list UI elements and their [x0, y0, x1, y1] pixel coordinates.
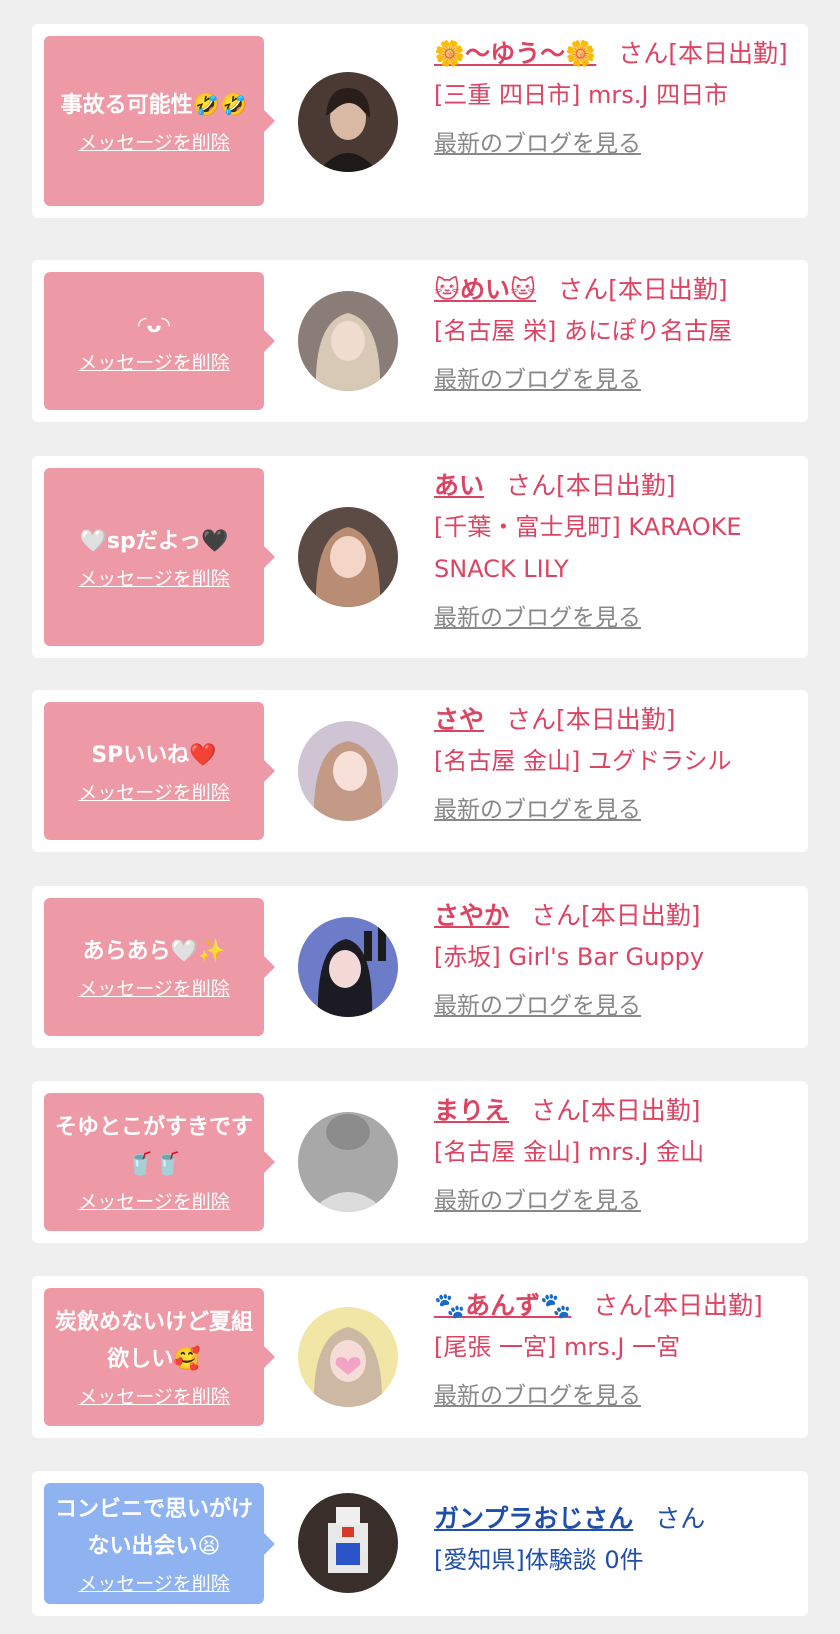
blog-link[interactable]: 最新のブログを見る: [434, 364, 804, 396]
name-suffix: さん[本日出勤]: [506, 705, 676, 734]
message-card: あらあら🤍✨ メッセージを削除 さやか さん[本日出勤] [赤坂] Girl's …: [32, 886, 808, 1048]
delete-message-link[interactable]: メッセージを削除: [78, 350, 230, 376]
message-card: ◜ᴗ◝ メッセージを削除 🐱めい🐱 さん[本日出勤] [名古屋 栄] あにぽり名古…: [32, 260, 808, 422]
girl-name-link[interactable]: あい: [434, 471, 484, 500]
message-card: 事故る可能性🤣🤣 メッセージを削除 🌼〜ゆう〜🌼 さん[本日出勤] [三重 四日市…: [32, 24, 808, 218]
girl-name-link[interactable]: さや: [434, 705, 484, 734]
delete-message-link[interactable]: メッセージを削除: [78, 1571, 230, 1597]
delete-message-link[interactable]: メッセージを削除: [78, 130, 230, 156]
name-suffix: さん[本日出勤]: [558, 275, 728, 304]
message-text: あらあら🤍✨: [82, 938, 226, 964]
girl-name-link[interactable]: 🐱めい🐱: [434, 275, 536, 304]
girl-name-link[interactable]: 🌼〜ゆう〜🌼: [434, 39, 596, 68]
message-list: 事故る可能性🤣🤣 メッセージを削除 🌼〜ゆう〜🌼 さん[本日出勤] [三重 四日市…: [0, 0, 840, 1634]
message-bubble: そゆとこがすきです🥤🥤 メッセージを削除: [44, 1093, 275, 1231]
message-text: そゆとこがすきです🥤🥤: [54, 1115, 253, 1177]
girl-name-link[interactable]: さやか: [434, 901, 509, 930]
avatar[interactable]: [298, 291, 398, 391]
profile-info: ガンプラおじさん さん [愛知県]体験談 0件: [434, 1499, 804, 1581]
profile-info: 🌼〜ゆう〜🌼 さん[本日出勤] [三重 四日市] mrs.J 四日市 最新のブログ…: [434, 34, 804, 160]
blog-link[interactable]: 最新のブログを見る: [434, 990, 804, 1022]
message-bubble: コンビニで思いがけない出会い😫 メッセージを削除: [44, 1483, 275, 1604]
message-card: そゆとこがすきです🥤🥤 メッセージを削除 まりえ さん[本日出勤] [名古屋 金山…: [32, 1081, 808, 1243]
blog-link[interactable]: 最新のブログを見る: [434, 1185, 804, 1217]
message-bubble: ◜ᴗ◝ メッセージを削除: [44, 272, 275, 410]
name-suffix: さん[本日出勤]: [506, 471, 676, 500]
message-bubble: 🤍spだよっ🖤 メッセージを削除: [44, 468, 275, 646]
user-name-link[interactable]: ガンプラおじさん: [434, 1504, 633, 1533]
delete-message-link[interactable]: メッセージを削除: [78, 1189, 230, 1215]
avatar[interactable]: [298, 1493, 398, 1593]
profile-info: 🐱めい🐱 さん[本日出勤] [名古屋 栄] あにぽり名古屋 最新のブログを見る: [434, 270, 804, 396]
message-card: 🤍spだよっ🖤 メッセージを削除 あい さん[本日出勤] [千葉・富士見町] KA…: [32, 456, 808, 658]
avatar[interactable]: [298, 1307, 398, 1407]
shop-text: [赤坂] Girl's Bar Guppy: [434, 943, 705, 971]
message-card: 炭飲めないけど夏組欲しい🥰 メッセージを削除 🐾あんず🐾 さん[本日出勤] [尾張…: [32, 1276, 808, 1438]
profile-info: まりえ さん[本日出勤] [名古屋 金山] mrs.J 金山 最新のブログを見る: [434, 1091, 804, 1217]
name-suffix: さん[本日出勤]: [618, 39, 788, 68]
message-text: SPいいね❤️: [91, 742, 217, 768]
delete-message-link[interactable]: メッセージを削除: [78, 566, 230, 592]
delete-message-link[interactable]: メッセージを削除: [78, 1384, 230, 1410]
review-count-text: [愛知県]体験談 0件: [434, 1546, 644, 1574]
avatar[interactable]: [298, 72, 398, 172]
message-text: ◜ᴗ◝: [137, 312, 171, 338]
girl-name-link[interactable]: 🐾あんず🐾: [434, 1291, 571, 1320]
message-bubble: あらあら🤍✨ メッセージを削除: [44, 898, 275, 1036]
message-card: SPいいね❤️ メッセージを削除 さや さん[本日出勤] [名古屋 金山] ユグド…: [32, 690, 808, 852]
avatar[interactable]: [298, 1112, 398, 1212]
name-suffix: さん: [655, 1504, 706, 1533]
delete-message-link[interactable]: メッセージを削除: [78, 976, 230, 1002]
delete-message-link[interactable]: メッセージを削除: [78, 780, 230, 806]
message-card: コンビニで思いがけない出会い😫 メッセージを削除 ガンプラおじさん さん [愛知県…: [32, 1471, 808, 1616]
message-bubble: 炭飲めないけど夏組欲しい🥰 メッセージを削除: [44, 1288, 275, 1426]
message-bubble: SPいいね❤️ メッセージを削除: [44, 702, 275, 840]
profile-info: あい さん[本日出勤] [千葉・富士見町] KARAOKE SNACK LILY …: [434, 466, 804, 634]
profile-info: さや さん[本日出勤] [名古屋 金山] ユグドラシル 最新のブログを見る: [434, 700, 804, 826]
blog-link[interactable]: 最新のブログを見る: [434, 602, 804, 634]
profile-info: さやか さん[本日出勤] [赤坂] Girl's Bar Guppy 最新のブログ…: [434, 896, 804, 1022]
avatar[interactable]: [298, 507, 398, 607]
girl-name-link[interactable]: まりえ: [434, 1096, 509, 1125]
message-bubble: 事故る可能性🤣🤣 メッセージを削除: [44, 36, 275, 206]
message-text: 炭飲めないけど夏組欲しい🥰: [54, 1310, 253, 1372]
shop-text: [名古屋 金山] mrs.J 金山: [434, 1138, 705, 1166]
avatar[interactable]: [298, 721, 398, 821]
message-text: 🤍spだよっ🖤: [79, 528, 229, 554]
avatar[interactable]: [298, 917, 398, 1017]
shop-text: [千葉・富士見町] KARAOKE SNACK LILY: [434, 513, 742, 583]
message-text: コンビニで思いがけない出会い😫: [54, 1496, 253, 1559]
blog-link[interactable]: 最新のブログを見る: [434, 128, 804, 160]
name-suffix: さん[本日出勤]: [531, 1096, 701, 1125]
message-text: 事故る可能性🤣🤣: [60, 92, 248, 118]
shop-text: [名古屋 金山] ユグドラシル: [434, 747, 732, 775]
blog-link[interactable]: 最新のブログを見る: [434, 1380, 804, 1412]
shop-text: [三重 四日市] mrs.J 四日市: [434, 81, 729, 109]
name-suffix: さん[本日出勤]: [593, 1291, 763, 1320]
shop-text: [尾張 一宮] mrs.J 一宮: [434, 1333, 681, 1361]
name-suffix: さん[本日出勤]: [531, 901, 701, 930]
profile-info: 🐾あんず🐾 さん[本日出勤] [尾張 一宮] mrs.J 一宮 最新のブログを見る: [434, 1286, 804, 1412]
shop-text: [名古屋 栄] あにぽり名古屋: [434, 317, 732, 345]
blog-link[interactable]: 最新のブログを見る: [434, 794, 804, 826]
